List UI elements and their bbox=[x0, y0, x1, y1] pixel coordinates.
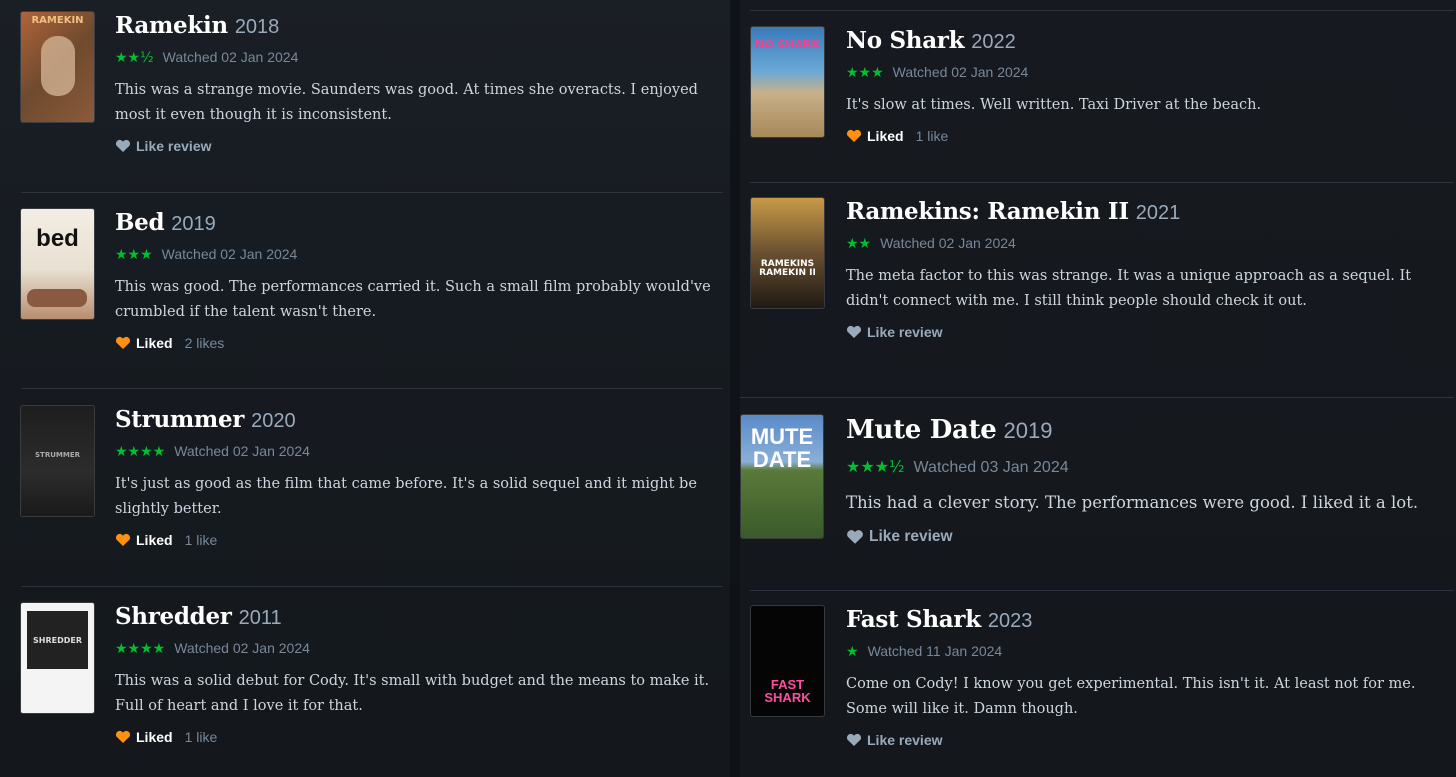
film-year[interactable]: 2020 bbox=[251, 410, 296, 432]
poster-ramekin[interactable]: RAMEKIN bbox=[21, 12, 94, 122]
poster-bed[interactable]: bed bbox=[21, 209, 94, 319]
film-title[interactable]: Bed bbox=[115, 209, 165, 236]
poster-title: bed bbox=[36, 225, 79, 252]
heart-icon bbox=[847, 530, 863, 544]
like-review-button[interactable]: Liked 1 like bbox=[115, 729, 715, 745]
like-label: Like review bbox=[867, 324, 943, 340]
like-count[interactable]: 1 like bbox=[185, 729, 218, 745]
like-count[interactable]: 1 like bbox=[916, 128, 949, 144]
review-text: It's just as good as the film that came … bbox=[115, 476, 697, 517]
like-label: Like review bbox=[869, 528, 953, 545]
like-review-button[interactable]: Liked 1 like bbox=[846, 128, 1446, 144]
star-rating: ★★★ bbox=[115, 247, 153, 263]
film-year[interactable]: 2018 bbox=[235, 16, 280, 38]
review-text: This was a solid debut for Cody. It's sm… bbox=[115, 673, 710, 714]
film-title[interactable]: Fast Shark bbox=[846, 606, 981, 633]
poster-title: STRUMMER bbox=[35, 451, 80, 459]
like-review-button[interactable]: Like review bbox=[846, 528, 1446, 546]
poster-title: NO SHARK bbox=[754, 38, 821, 51]
divider bbox=[21, 388, 723, 389]
like-label: Like review bbox=[867, 732, 943, 748]
watched-date[interactable]: Watched 02 Jan 2024 bbox=[162, 246, 298, 262]
poster-title: MUTE DATE bbox=[750, 424, 814, 472]
like-review-button[interactable]: Liked 2 likes bbox=[115, 335, 715, 351]
heart-icon bbox=[846, 733, 862, 746]
watched-date[interactable]: Watched 11 Jan 2024 bbox=[868, 643, 1003, 659]
film-year[interactable]: 2011 bbox=[239, 607, 282, 629]
star-rating: ★ bbox=[846, 644, 859, 660]
film-year[interactable]: 2019 bbox=[1004, 418, 1053, 443]
film-title[interactable]: Mute Date bbox=[846, 415, 997, 445]
heart-icon bbox=[115, 533, 131, 546]
heart-icon bbox=[115, 730, 131, 743]
liked-label: Liked bbox=[867, 128, 904, 144]
film-year[interactable]: 2023 bbox=[988, 610, 1033, 632]
heart-icon bbox=[846, 325, 862, 338]
star-rating: ★★★★ bbox=[115, 444, 166, 460]
film-title[interactable]: Ramekin bbox=[115, 12, 228, 39]
like-count[interactable]: 1 like bbox=[185, 532, 218, 548]
liked-label: Liked bbox=[136, 532, 173, 548]
film-title[interactable]: No Shark bbox=[846, 27, 965, 54]
film-year[interactable]: 2022 bbox=[971, 31, 1016, 53]
divider bbox=[750, 182, 1454, 183]
watched-date[interactable]: Watched 02 Jan 2024 bbox=[893, 64, 1029, 80]
liked-label: Liked bbox=[136, 335, 173, 351]
review-text: This was a strange movie. Saunders was g… bbox=[115, 82, 698, 123]
poster-no-shark[interactable]: NO SHARK bbox=[751, 27, 824, 137]
poster-fast-shark[interactable]: FAST SHARK bbox=[751, 606, 824, 716]
film-title[interactable]: Shredder bbox=[115, 603, 232, 630]
liked-label: Liked bbox=[136, 729, 173, 745]
poster-title: RAMEKIN bbox=[31, 15, 84, 26]
star-rating: ★★★ bbox=[846, 65, 884, 81]
film-title[interactable]: Strummer bbox=[115, 406, 244, 433]
like-review-button[interactable]: Like review bbox=[846, 324, 1456, 340]
divider bbox=[21, 192, 723, 193]
poster-ramekins-ramekin-ii[interactable]: RAMEKINS RAMEKIN II bbox=[751, 198, 824, 308]
watched-date[interactable]: Watched 02 Jan 2024 bbox=[174, 640, 310, 656]
watched-date[interactable]: Watched 02 Jan 2024 bbox=[174, 443, 310, 459]
like-label: Like review bbox=[136, 138, 212, 154]
divider bbox=[750, 10, 1454, 11]
star-rating: ★★½ bbox=[115, 50, 154, 66]
poster-shredder[interactable]: SHREDDER bbox=[21, 603, 94, 713]
heart-icon bbox=[115, 139, 131, 152]
star-rating: ★★★½ bbox=[846, 457, 905, 476]
film-title[interactable]: Ramekins: Ramekin II bbox=[846, 198, 1129, 225]
like-count[interactable]: 2 likes bbox=[185, 335, 225, 351]
review-text: This was good. The performances carried … bbox=[115, 279, 711, 320]
review-text: The meta factor to this was strange. It … bbox=[846, 268, 1412, 309]
watched-date[interactable]: Watched 03 Jan 2024 bbox=[914, 459, 1069, 476]
heart-icon bbox=[846, 129, 862, 142]
review-text: Come on Cody! I know you get experimenta… bbox=[846, 676, 1416, 717]
review-text: This had a clever story. The performance… bbox=[846, 493, 1419, 512]
like-review-button[interactable]: Liked 1 like bbox=[115, 532, 715, 548]
divider bbox=[21, 586, 723, 587]
film-year[interactable]: 2021 bbox=[1136, 202, 1181, 224]
review-text: It's slow at times. Well written. Taxi D… bbox=[846, 97, 1262, 113]
poster-title: FAST SHARK bbox=[764, 677, 811, 705]
watched-date[interactable]: Watched 02 Jan 2024 bbox=[163, 49, 299, 65]
like-review-button[interactable]: Like review bbox=[115, 138, 715, 154]
divider bbox=[740, 397, 1454, 398]
film-year[interactable]: 2019 bbox=[171, 213, 216, 235]
heart-icon bbox=[115, 336, 131, 349]
poster-title: SHREDDER bbox=[33, 636, 82, 645]
star-rating: ★★★★ bbox=[115, 641, 166, 657]
poster-title: RAMEKINS RAMEKIN II bbox=[759, 259, 816, 278]
divider bbox=[750, 590, 1454, 591]
star-rating: ★★ bbox=[846, 236, 872, 252]
like-review-button[interactable]: Like review bbox=[846, 732, 1456, 748]
poster-mute-date[interactable]: MUTE DATE bbox=[741, 415, 823, 538]
watched-date[interactable]: Watched 02 Jan 2024 bbox=[880, 235, 1016, 251]
poster-strummer[interactable]: STRUMMER bbox=[21, 406, 94, 516]
